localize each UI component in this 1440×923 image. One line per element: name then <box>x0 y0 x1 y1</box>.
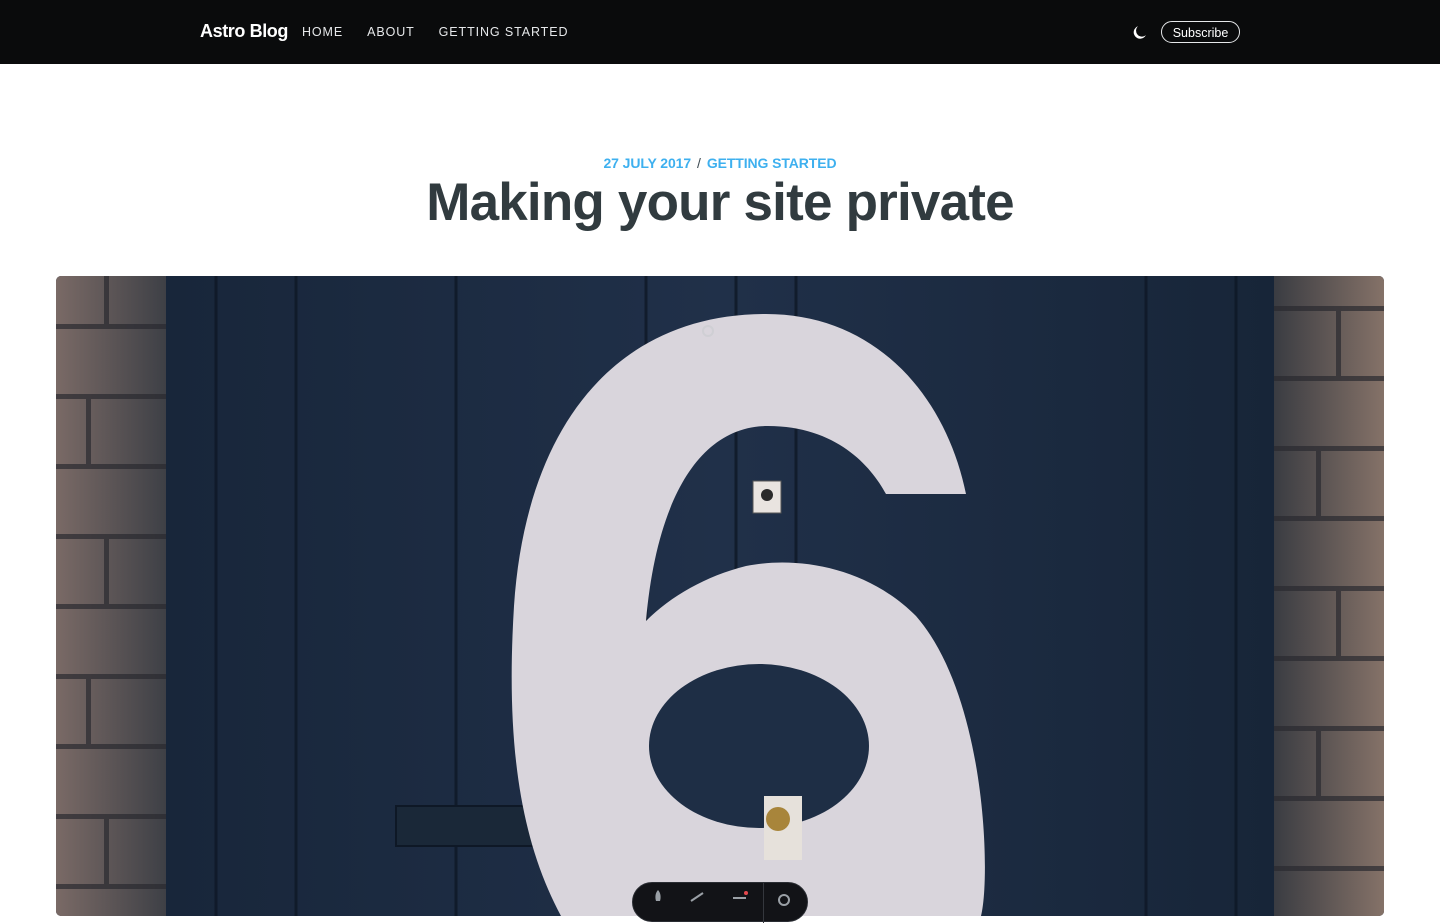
nav-item-home[interactable]: HOME <box>302 25 343 39</box>
nav-item-about[interactable]: ABOUT <box>367 25 415 39</box>
gear-icon[interactable] <box>775 889 793 907</box>
nav-item-getting-started[interactable]: GETTING STARTED <box>439 25 569 39</box>
ruler-icon[interactable] <box>689 889 707 907</box>
post-category-link[interactable]: GETTING STARTED <box>707 155 837 171</box>
floating-toolbar <box>632 882 808 923</box>
post-title: Making your site private <box>426 173 1014 232</box>
subscribe-button[interactable]: Subscribe <box>1161 21 1240 43</box>
top-nav: Astro Blog HOME ABOUT GETTING STARTED Su… <box>0 0 1440 64</box>
post-date: 27 JULY 2017 <box>603 155 692 171</box>
main-nav: HOME ABOUT GETTING STARTED <box>302 0 592 64</box>
meta-separator: / <box>697 155 701 171</box>
theme-toggle-button[interactable] <box>1131 22 1151 42</box>
site-logo[interactable]: Astro Blog <box>200 19 288 43</box>
dock-divider <box>763 883 764 923</box>
rocket-icon[interactable] <box>649 889 667 907</box>
feature-image <box>56 276 1384 916</box>
door-number-six-photo <box>56 276 1384 916</box>
menu-icon[interactable] <box>731 889 749 907</box>
moon-icon <box>1133 26 1146 39</box>
